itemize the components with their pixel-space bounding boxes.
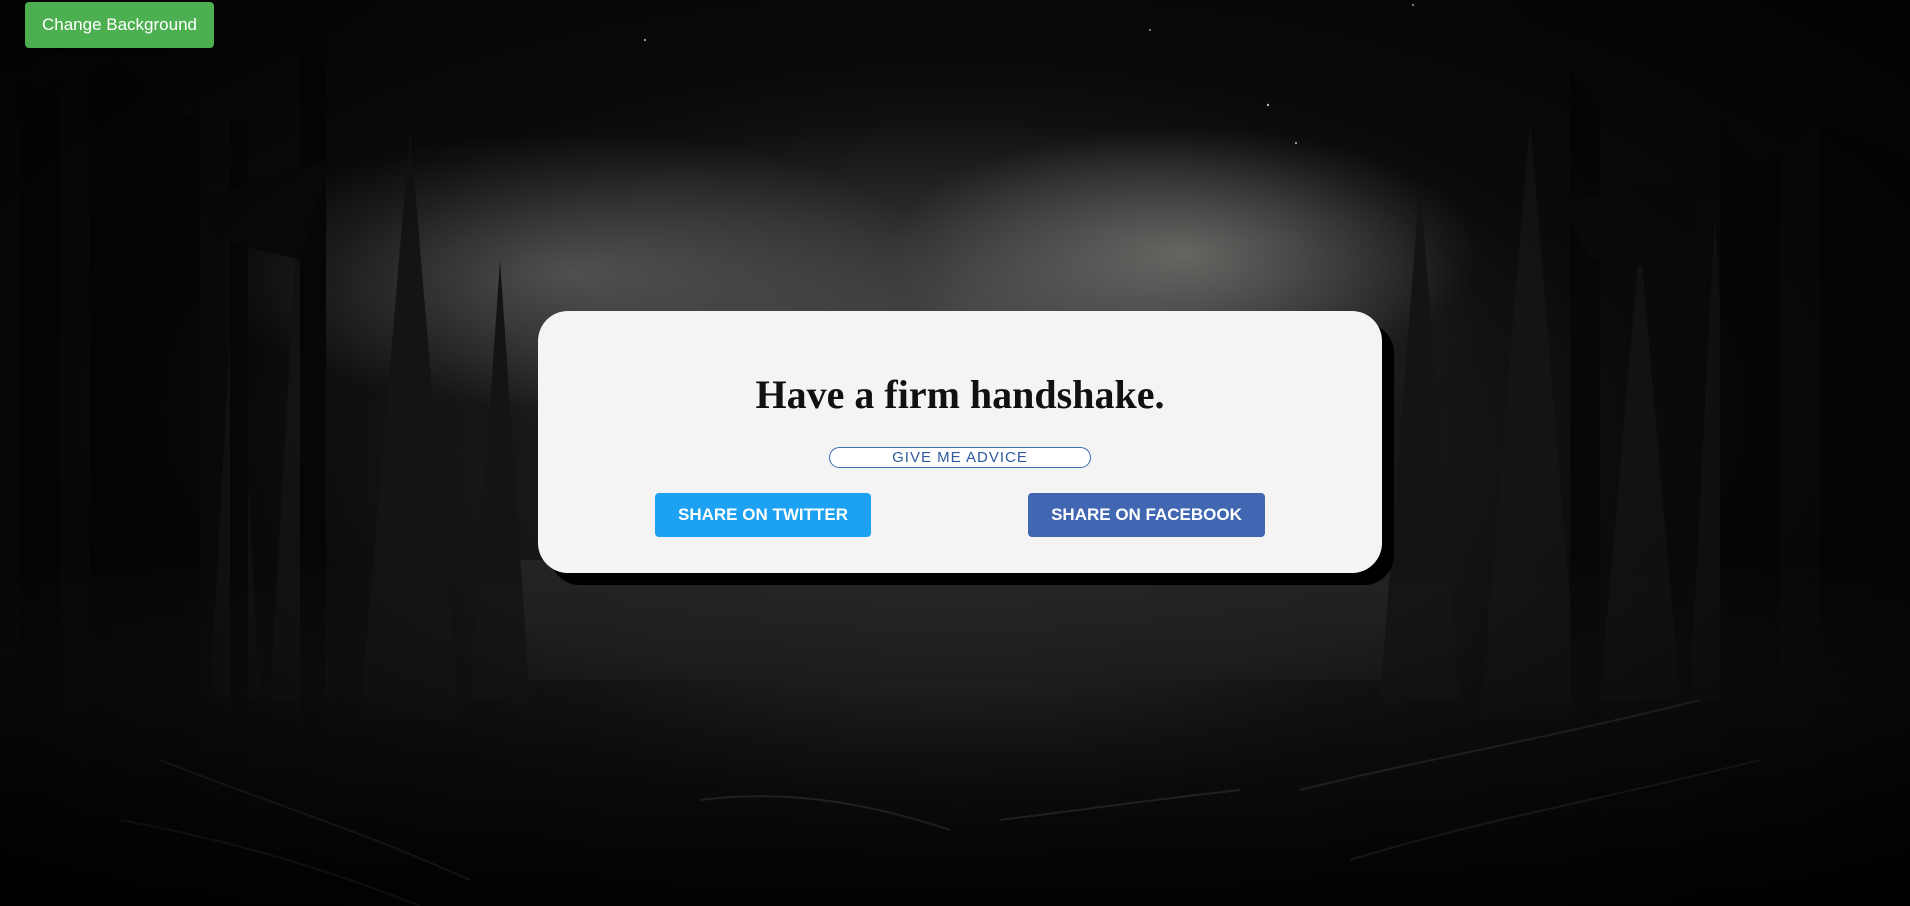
advice-quote: Have a firm handshake. xyxy=(755,372,1165,417)
share-on-facebook-button[interactable]: SHARE ON FACEBOOK xyxy=(1028,493,1265,537)
change-background-button[interactable]: Change Background xyxy=(25,2,214,48)
share-on-twitter-button[interactable]: SHARE ON TWITTER xyxy=(655,493,871,537)
give-me-advice-button[interactable]: GIVE ME ADVICE xyxy=(829,447,1091,468)
advice-card: Have a firm handshake. GIVE ME ADVICE SH… xyxy=(538,311,1382,573)
